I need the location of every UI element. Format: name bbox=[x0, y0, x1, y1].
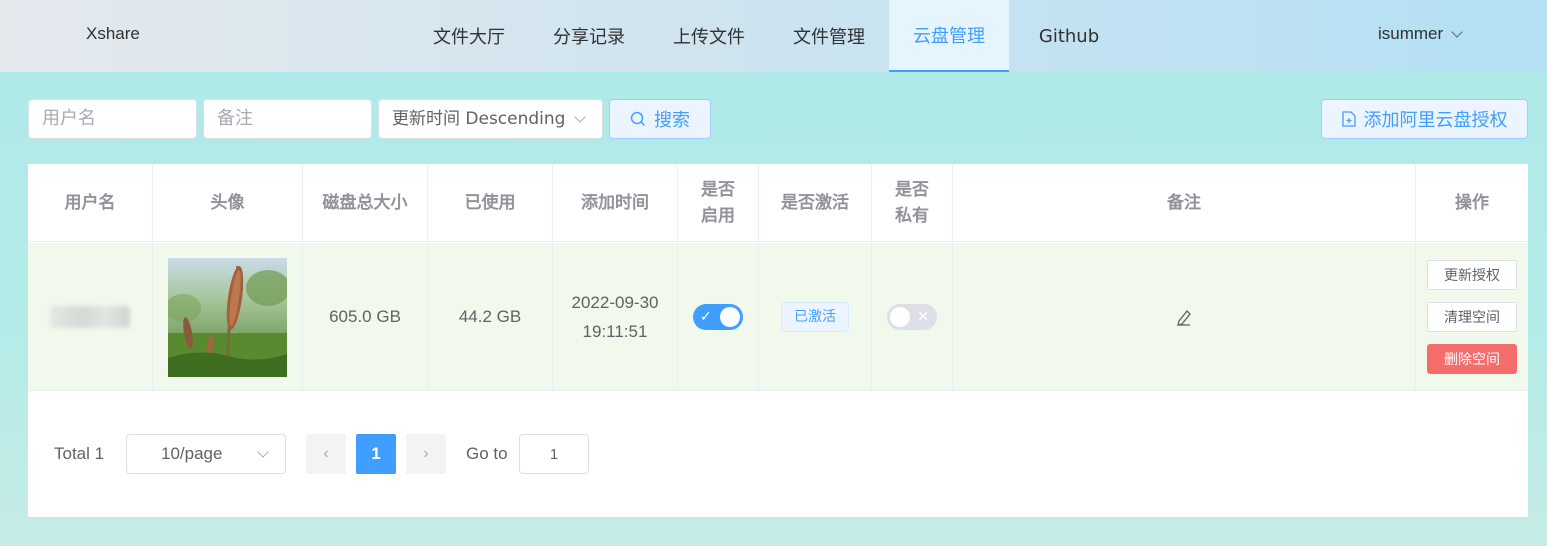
blurred-username bbox=[50, 306, 130, 328]
delete-space-button[interactable]: 删除空间 bbox=[1427, 344, 1517, 374]
main-nav: 文件大厅 分享记录 上传文件 文件管理 云盘管理 Github bbox=[409, 0, 1129, 72]
cell-disk-total: 605.0 GB bbox=[303, 243, 428, 391]
col-header-enabled: 是否 启用 bbox=[678, 164, 759, 242]
cloud-disk-table-card: 用户名 头像 磁盘总大小 已使用 添加时间 是否 启用 是否激活 是否 私有 备… bbox=[28, 164, 1528, 517]
username-input[interactable]: 用户名 bbox=[28, 99, 197, 139]
edit-pencil-icon[interactable] bbox=[1175, 308, 1193, 326]
col-header-private: 是否 私有 bbox=[872, 164, 953, 242]
top-header: Xshare 文件大厅 分享记录 上传文件 文件管理 云盘管理 Github i… bbox=[0, 0, 1547, 72]
cell-added-time: 2022-09-30 19:11:51 bbox=[553, 243, 678, 391]
nav-file-management[interactable]: 文件管理 bbox=[769, 0, 889, 72]
col-header-remark: 备注 bbox=[953, 164, 1416, 242]
search-button[interactable]: 搜索 bbox=[609, 99, 711, 139]
cell-actions: 更新授权 清理空间 删除空间 bbox=[1416, 243, 1528, 391]
chevron-right-icon: › bbox=[423, 445, 429, 462]
col-header-actions: 操作 bbox=[1455, 193, 1489, 213]
goto-page-input[interactable]: 1 bbox=[519, 434, 589, 474]
remark-input[interactable]: 备注 bbox=[203, 99, 372, 139]
cell-used: 44.2 GB bbox=[428, 243, 553, 391]
add-aliyun-auth-label: 添加阿里云盘授权 bbox=[1363, 110, 1508, 131]
cell-enabled: ✓ bbox=[678, 243, 759, 391]
update-auth-button[interactable]: 更新授权 bbox=[1427, 260, 1517, 290]
document-add-icon bbox=[1341, 111, 1356, 127]
pagination-total: Total 1 bbox=[54, 444, 105, 463]
user-menu[interactable]: isummer bbox=[1378, 24, 1463, 44]
col-header-disk-total: 磁盘总大小 bbox=[303, 164, 428, 242]
sort-select[interactable]: 更新时间 Descending bbox=[378, 99, 603, 139]
chevron-down-icon bbox=[574, 111, 586, 123]
add-aliyun-auth-button[interactable]: 添加阿里云盘授权 bbox=[1321, 99, 1528, 139]
nav-upload-file[interactable]: 上传文件 bbox=[649, 0, 769, 72]
cell-activated: 已激活 bbox=[759, 243, 872, 391]
cell-avatar bbox=[153, 243, 303, 391]
avatar bbox=[168, 257, 287, 377]
table-row: 605.0 GB 44.2 GB 2022-09-30 19:11:51 ✓ 已… bbox=[28, 243, 1528, 391]
clean-space-button[interactable]: 清理空间 bbox=[1427, 302, 1517, 332]
enabled-toggle[interactable]: ✓ bbox=[693, 304, 743, 330]
sort-select-value: 更新时间 Descending bbox=[392, 109, 566, 129]
nav-file-hall[interactable]: 文件大厅 bbox=[409, 0, 529, 72]
goto-label: Go to bbox=[466, 444, 508, 463]
private-toggle[interactable]: ✕ bbox=[887, 304, 937, 330]
nav-github[interactable]: Github bbox=[1009, 0, 1129, 72]
check-icon: ✓ bbox=[700, 308, 712, 324]
toggle-knob bbox=[890, 307, 910, 327]
col-header-activated: 是否激活 bbox=[759, 164, 872, 242]
nav-cloud-disk-management[interactable]: 云盘管理 bbox=[889, 0, 1009, 72]
col-header-used: 已使用 bbox=[428, 164, 553, 242]
page-size-value: 10/page bbox=[161, 444, 223, 463]
chevron-left-icon: ‹ bbox=[323, 445, 329, 462]
page-number-current[interactable]: 1 bbox=[356, 434, 396, 474]
activated-status-badge: 已激活 bbox=[781, 302, 849, 332]
cell-private: ✕ bbox=[872, 243, 953, 391]
next-page-button[interactable]: › bbox=[406, 434, 446, 474]
chevron-down-icon bbox=[257, 446, 269, 458]
table-header: 用户名 头像 磁盘总大小 已使用 添加时间 是否 启用 是否激活 是否 私有 备… bbox=[28, 164, 1528, 242]
col-header-added-time: 添加时间 bbox=[553, 164, 678, 242]
page-size-select[interactable]: 10/page bbox=[126, 434, 286, 474]
search-icon bbox=[630, 111, 646, 127]
close-icon: ✕ bbox=[917, 308, 929, 324]
toggle-knob bbox=[720, 307, 740, 327]
added-clock: 19:11:51 bbox=[582, 322, 648, 341]
prev-page-button[interactable]: ‹ bbox=[306, 434, 346, 474]
added-date: 2022-09-30 bbox=[571, 293, 659, 312]
col-header-avatar: 头像 bbox=[153, 164, 303, 242]
nav-share-records[interactable]: 分享记录 bbox=[529, 0, 649, 72]
chevron-down-icon bbox=[1451, 26, 1463, 38]
cell-username bbox=[28, 243, 153, 391]
col-header-username: 用户名 bbox=[28, 164, 153, 242]
search-button-label: 搜索 bbox=[654, 110, 690, 131]
brand-logo[interactable]: Xshare bbox=[86, 24, 140, 44]
cell-remark bbox=[953, 243, 1416, 391]
user-name: isummer bbox=[1378, 24, 1444, 43]
